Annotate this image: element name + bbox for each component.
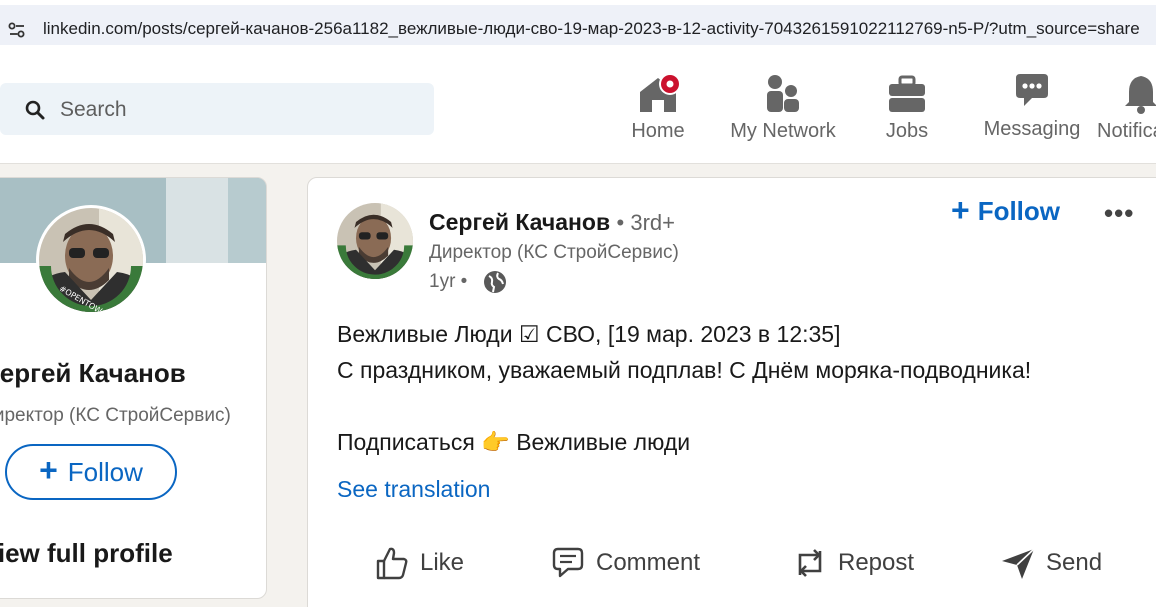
connection-degree: • 3rd+ xyxy=(616,210,675,235)
nav-jobs-label: Jobs xyxy=(885,120,929,142)
like-label: Like xyxy=(420,549,465,576)
comment-label: Comment xyxy=(596,549,701,576)
plus-icon: + xyxy=(39,452,58,488)
site-settings-icon[interactable] xyxy=(8,21,26,39)
post-text-line: Подписаться 👉 Вежливые люди xyxy=(337,429,691,455)
post-text-line: Вежливые Люди ☑ СВО, [19 мар. 2023 в 12:… xyxy=(337,321,841,347)
network-icon xyxy=(767,75,799,112)
nav-messaging-label: Messaging xyxy=(983,118,1081,140)
plus-icon: + xyxy=(951,191,970,228)
global-nav: Search Home My Network Jobs Messaging No… xyxy=(0,50,1156,164)
post-text-line xyxy=(337,388,1031,424)
url-text[interactable]: linkedin.com/posts/сергей-качанов-256a11… xyxy=(43,19,1140,39)
address-field[interactable]: linkedin.com/posts/сергей-качанов-256a11… xyxy=(0,5,1156,45)
like-button[interactable]: Like xyxy=(374,538,464,588)
see-translation-link[interactable]: See translation xyxy=(337,476,490,503)
post-author-avatar[interactable] xyxy=(337,203,413,279)
post-text-line: С праздником, уважаемый подплав! С Днём … xyxy=(337,357,1032,383)
browser-url-bar: linkedin.com/posts/сергей-качанов-256a11… xyxy=(0,0,1156,50)
send-label: Send xyxy=(1046,549,1103,576)
like-icon xyxy=(376,547,408,580)
author-photo-icon xyxy=(337,203,413,279)
search-input[interactable]: Search xyxy=(60,98,127,122)
author-profile-card: #OPENTOWORK Сергей Качанов Директор (КС … xyxy=(0,177,267,599)
profile-photo-icon: #OPENTOWORK xyxy=(39,208,143,312)
post-actions: Like Comment Repost Send xyxy=(308,538,1156,588)
post-time: 1yr • xyxy=(429,271,468,292)
profile-follow-button[interactable]: + Follow xyxy=(5,444,177,500)
globe-icon xyxy=(484,271,507,293)
repost-button[interactable]: Repost xyxy=(792,538,914,588)
more-options-icon[interactable]: ••• xyxy=(1104,198,1134,229)
comment-icon xyxy=(552,547,584,578)
repost-label: Repost xyxy=(838,549,915,576)
nav-notifications-label: Notifications xyxy=(1097,120,1156,142)
send-icon xyxy=(1002,548,1035,579)
nav-messaging[interactable]: Messaging xyxy=(977,70,1087,150)
send-button[interactable]: Send xyxy=(1000,538,1102,588)
profile-avatar[interactable]: #OPENTOWORK xyxy=(36,205,146,315)
post-author-name[interactable]: Сергей Качанов • 3rd+ xyxy=(429,209,675,236)
nav-home-label: Home xyxy=(631,120,685,142)
post-meta: 1yr • xyxy=(429,270,507,294)
bell-icon xyxy=(1125,76,1156,114)
view-full-profile-link[interactable]: View full profile xyxy=(0,538,173,569)
post-card: Сергей Качанов • 3rd+ Директор (КС Строй… xyxy=(307,177,1156,607)
post-text: Вежливые Люди ☑ СВО, [19 мар. 2023 в 12:… xyxy=(337,316,1031,460)
briefcase-icon xyxy=(889,75,925,112)
nav-my-network-label: My Network xyxy=(730,120,836,142)
nav-notifications[interactable]: Notifications xyxy=(1097,72,1156,152)
home-icon xyxy=(640,73,680,112)
post-follow-button[interactable]: + Follow xyxy=(951,191,1061,228)
nav-home[interactable]: Home xyxy=(618,72,698,152)
nav-jobs[interactable]: Jobs xyxy=(867,72,947,152)
post-author-name-text: Сергей Качанов xyxy=(429,209,611,235)
profile-title: Директор (КС СтройСервис) xyxy=(0,405,231,426)
repost-icon xyxy=(798,549,822,577)
nav-my-network[interactable]: My Network xyxy=(722,72,844,152)
profile-name[interactable]: Сергей Качанов xyxy=(0,358,186,389)
search-icon xyxy=(25,100,45,120)
post-author-headline: Директор (КС СтройСервис) xyxy=(429,242,679,263)
message-icon xyxy=(1016,74,1048,106)
search-box[interactable]: Search xyxy=(0,83,434,135)
profile-follow-label: Follow xyxy=(67,456,143,487)
post-follow-label: Follow xyxy=(977,196,1061,226)
comment-button[interactable]: Comment xyxy=(550,538,700,588)
